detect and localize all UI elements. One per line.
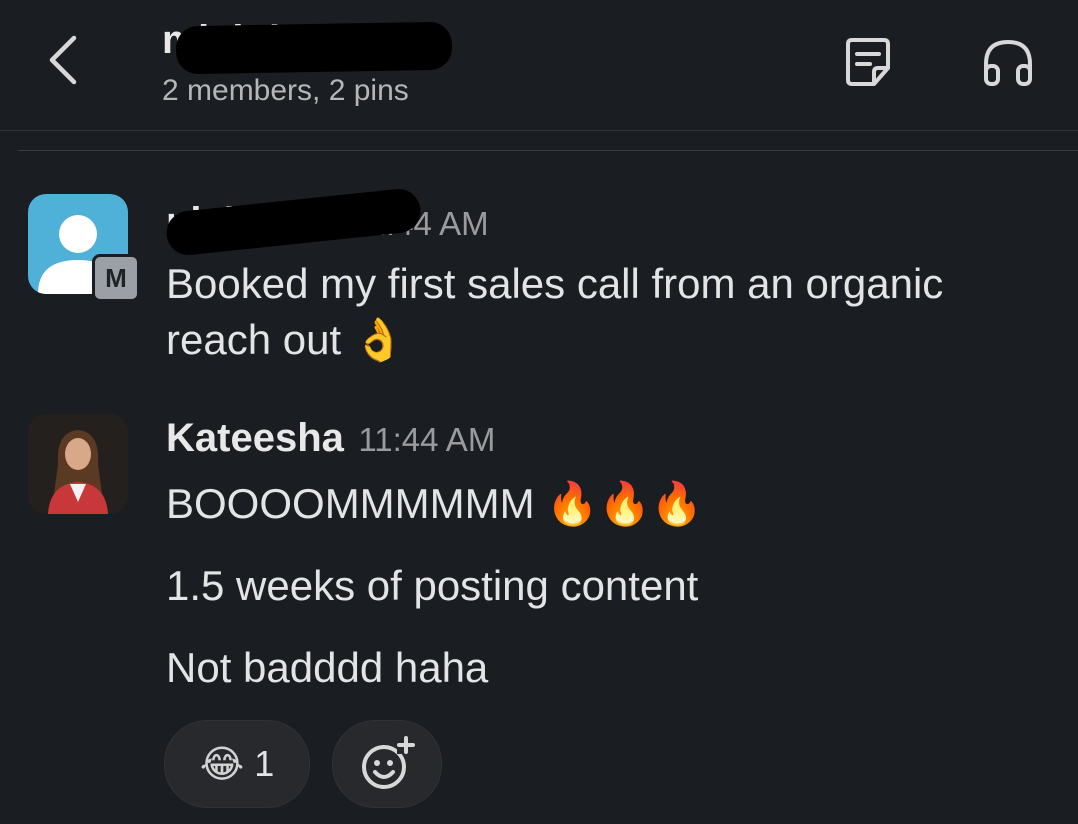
message-line: reach out 👌 — [166, 316, 406, 363]
huddle-button[interactable] — [980, 34, 1036, 90]
redaction-mark — [175, 21, 453, 75]
back-chevron-icon — [49, 35, 77, 85]
message-line: BOOOOMMMMMM 🔥🔥🔥 — [166, 480, 704, 527]
redaction-mark — [164, 186, 423, 258]
header-divider — [0, 130, 1078, 131]
channel-title-area[interactable]: mick-kateesha 2 members, 2 pins — [162, 14, 453, 108]
message-line: Booked my first sales call from an organ… — [166, 260, 944, 307]
back-button[interactable] — [40, 30, 88, 90]
message-author[interactable]: nickyd77 — [164, 186, 423, 258]
message-author[interactable]: Kateesha — [166, 416, 344, 461]
content-divider — [18, 150, 1078, 151]
message-line: Not badddd haha — [166, 644, 489, 691]
reaction-pill[interactable]: 😂 1 — [164, 720, 310, 808]
message-text: Booked my first sales call from an organ… — [166, 256, 943, 368]
canvas-button[interactable] — [840, 34, 896, 90]
channel-header: mick-kateesha 2 members, 2 pins — [0, 0, 1078, 150]
channel-title: mick-kateesha — [162, 14, 453, 75]
add-reaction-button[interactable] — [332, 720, 442, 808]
message-text: BOOOOMMMMMM 🔥🔥🔥 1.5 weeks of posting con… — [166, 476, 703, 696]
message-timestamp[interactable]: 11:44 AM — [358, 421, 495, 458]
member-badge: M — [92, 254, 140, 302]
message-line: 1.5 weeks of posting content — [166, 562, 699, 609]
joy-emoji: 😂 — [199, 743, 245, 786]
channel-subtitle: 2 members, 2 pins — [162, 74, 409, 107]
reaction-count: 1 — [254, 743, 275, 784]
add-emoji-icon — [362, 736, 415, 789]
user-photo-icon — [28, 414, 128, 514]
notes-icon — [846, 38, 890, 86]
headphones-icon — [984, 39, 1032, 86]
avatar[interactable] — [28, 414, 128, 514]
